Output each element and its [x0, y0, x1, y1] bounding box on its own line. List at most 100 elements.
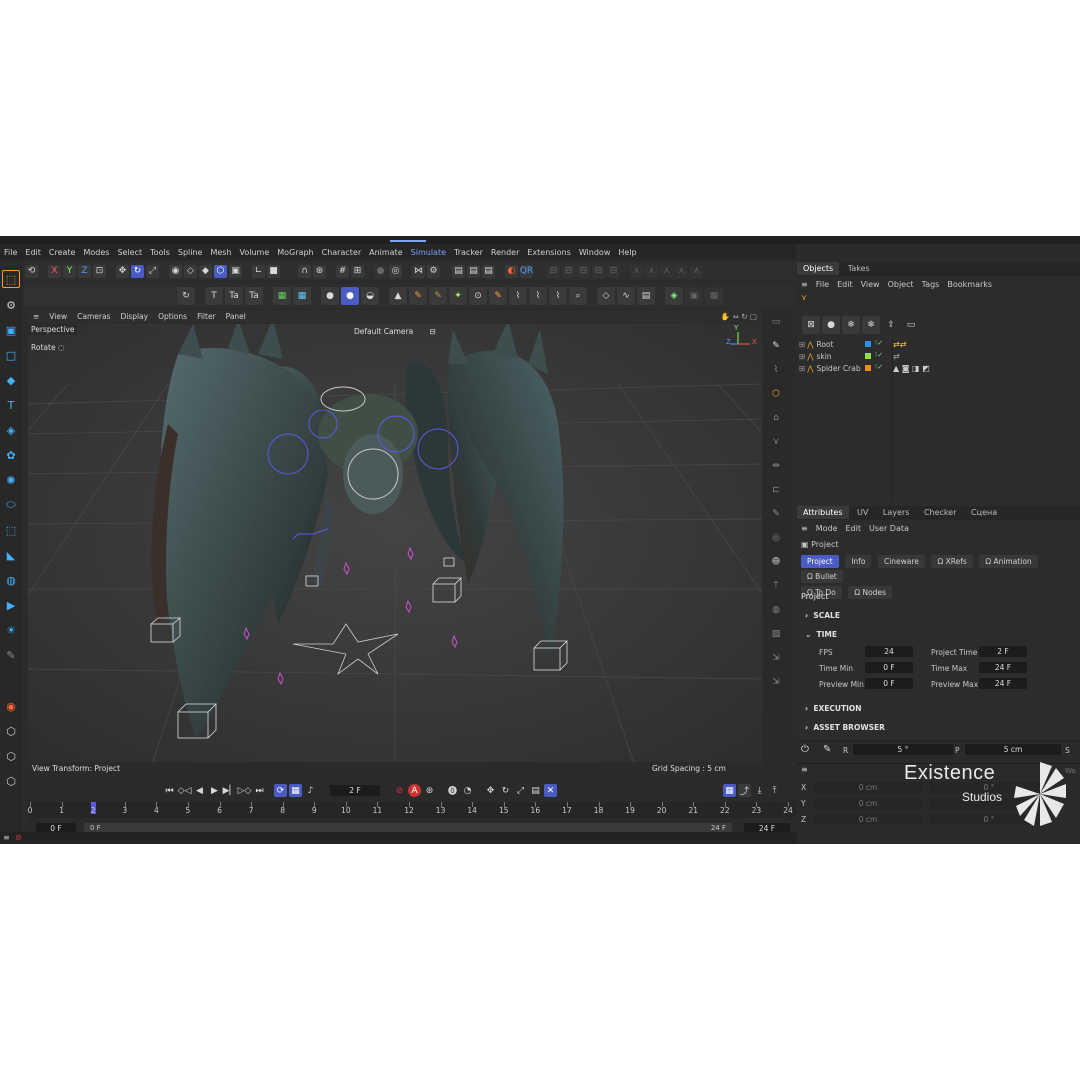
light-object-icon[interactable]: ☀ [3, 622, 19, 638]
btn-xrefs[interactable]: Ω XRefs [931, 555, 973, 568]
sound-icon[interactable]: ♪ [304, 784, 317, 797]
tab-scene[interactable]: Сцена [965, 506, 1003, 519]
uv-icon[interactable]: ▦ [273, 287, 291, 305]
objects-menu-edit[interactable]: Edit [833, 280, 857, 289]
side-tool-icon-4[interactable]: ⬡ [769, 387, 783, 401]
object-color-swatch[interactable] [865, 353, 871, 359]
obj-tool-circle-icon[interactable]: ● [822, 316, 840, 334]
go-to-start-icon[interactable]: ⏮ [163, 784, 176, 797]
btn-animation[interactable]: Ω Animation [979, 555, 1038, 568]
objects-menu-file[interactable]: File [812, 280, 833, 289]
menu-file[interactable]: File [0, 248, 21, 257]
btn-bullet[interactable]: Ω Bullet [801, 570, 843, 583]
import-icon[interactable]: ⤓ [753, 784, 766, 797]
object-row[interactable]: ⊞ ⋀ skin ⁝✓ [797, 350, 892, 362]
object-color-swatch[interactable] [865, 341, 871, 347]
camera-name-label[interactable]: Default Camera ⊟ [354, 327, 436, 336]
scene-settings-icon[interactable]: ⚙ [3, 297, 19, 313]
tab-attributes[interactable]: Attributes [797, 506, 849, 519]
coord-reset-icon[interactable]: ⏻ [801, 744, 809, 755]
snap-option-icon-3[interactable]: ⊟ [577, 264, 590, 278]
crab-tags-icon[interactable]: ▲ ◙ ◨ ◩ [893, 364, 930, 376]
obj-tool-folder-icon[interactable]: ▭ [902, 316, 920, 334]
layer-icon[interactable]: ▦ [705, 287, 723, 305]
obj-tool-snow-icon[interactable]: ❄ [842, 316, 860, 334]
brush-paint-icon[interactable]: ✎ [489, 287, 507, 305]
joint-tool-icon[interactable]: ⊙ [469, 287, 487, 305]
redshift-logo-icon[interactable]: ◉ [3, 698, 19, 714]
object-row[interactable]: ⊞ ⋀ Root ⁝✓ [797, 338, 892, 350]
side-tool-icon-11[interactable]: ☻ [769, 555, 783, 569]
viewport-menu-options[interactable]: Options [153, 312, 192, 321]
attributes-hamburger-icon[interactable]: ≡ [797, 524, 812, 533]
render-settings-icon[interactable]: ▤ [482, 264, 495, 278]
menu-help[interactable]: Help [614, 248, 640, 257]
key-scale-icon[interactable]: ⤢ [514, 784, 527, 797]
fcurve-mode-icon[interactable]: ▦ [723, 784, 736, 797]
coord-r-field[interactable]: 5 ° [853, 744, 953, 755]
text-object-icon[interactable]: Ta [245, 287, 263, 305]
brush-icon[interactable]: ✎ [429, 287, 447, 305]
undo-icon[interactable]: ⟲ [25, 264, 38, 278]
time-min-field[interactable]: 0 F [865, 662, 913, 673]
menu-mograph[interactable]: MoGraph [273, 248, 317, 257]
cloner-icon[interactable]: ✿ [3, 447, 19, 463]
grid-snap-icon[interactable]: # [336, 264, 349, 278]
camera-icon[interactable]: ⊟ [430, 327, 436, 336]
snap-option-icon-4[interactable]: ⊟ [592, 264, 605, 278]
side-tool-icon-5[interactable]: ⌂ [769, 411, 783, 425]
settings-gear-icon[interactable]: ⚙ [427, 264, 440, 278]
loop-icon[interactable]: ⟳ [274, 784, 287, 797]
objects-menu-view[interactable]: View [857, 280, 884, 289]
root-tags-icon[interactable]: ⇄⇄ [893, 340, 930, 352]
status-menu-icon[interactable]: ≡ [3, 833, 10, 842]
render-picture-viewer-icon[interactable]: ▤ [467, 264, 480, 278]
menu-simulate[interactable]: Simulate [407, 248, 450, 257]
key-move-icon[interactable]: ✥ [484, 784, 497, 797]
bone-tool-icon[interactable]: ⌇ [509, 287, 527, 305]
menu-character[interactable]: Character [318, 248, 366, 257]
attributes-menu-mode[interactable]: Mode [812, 524, 842, 533]
curve-icon[interactable]: ⤴ [738, 784, 751, 797]
coord-picker-icon[interactable]: ✎ [823, 744, 831, 755]
attributes-menu-edit[interactable]: Edit [842, 524, 866, 533]
viewport-menu-cameras[interactable]: Cameras [72, 312, 115, 321]
material-icon[interactable]: ▦ [293, 287, 311, 305]
ik-tool-icon-4[interactable]: ⋏ [675, 264, 688, 278]
key-position-icon[interactable]: ⓿ [446, 784, 459, 797]
side-tool-icon-8[interactable]: ⊏ [769, 483, 783, 497]
menu-mesh[interactable]: Mesh [206, 248, 235, 257]
side-tool-icon-14[interactable]: ▨ [769, 627, 783, 641]
previous-frame-icon[interactable]: ◀ [193, 784, 206, 797]
coord-p-field[interactable]: 5 cm [965, 744, 1061, 755]
environment-icon[interactable]: ◍ [3, 572, 19, 588]
status-error-icon[interactable]: ⊘ [15, 833, 22, 842]
sphere-active-icon[interactable]: ● [341, 287, 359, 305]
fps-field[interactable]: 24 [865, 646, 913, 657]
texture-mode-icon[interactable]: ▣ [229, 264, 242, 278]
material-add-icon[interactable]: ▣ [685, 287, 703, 305]
effector-icon[interactable]: ⬚ [3, 522, 19, 538]
menu-create[interactable]: Create [45, 248, 80, 257]
cube-add-icon[interactable]: ◈ [665, 287, 683, 305]
y-axis-lock-icon[interactable]: Y [63, 264, 76, 278]
timeline-ruler[interactable]: 0 1 2 3 4 5 6 7 8 9 10 11 12 13 14 15 16 17 18 19 20 21 22 23 24 [28, 802, 796, 818]
section-execution[interactable]: › EXECUTION [805, 704, 862, 713]
filter-icon[interactable]: ⋎ [801, 293, 807, 302]
objects-menu-object[interactable]: Object [884, 280, 918, 289]
key-rotation-icon[interactable]: ◔ [461, 784, 474, 797]
btn-cineware[interactable]: Cineware [877, 555, 925, 568]
tab-takes[interactable]: Takes [842, 262, 876, 275]
side-tool-icon-15[interactable]: ⇲ [769, 651, 783, 665]
menu-edit[interactable]: Edit [21, 248, 45, 257]
object-visibility-icon[interactable]: ⁝✓ [875, 339, 883, 347]
viewport-menu-display[interactable]: Display [115, 312, 153, 321]
viewport-hamburger-icon[interactable]: ≡ [28, 312, 44, 321]
current-frame-field[interactable]: 2 F [330, 785, 380, 796]
paint-tool-icon[interactable]: ✎ [409, 287, 427, 305]
camera-object-icon[interactable]: ▶ [3, 597, 19, 613]
ik-tool-icon-5[interactable]: ⋏ [690, 264, 703, 278]
live-selection-icon[interactable]: ⬚ [2, 270, 20, 288]
snap-option-icon-1[interactable]: ⊟ [547, 264, 560, 278]
menu-volume[interactable]: Volume [236, 248, 274, 257]
